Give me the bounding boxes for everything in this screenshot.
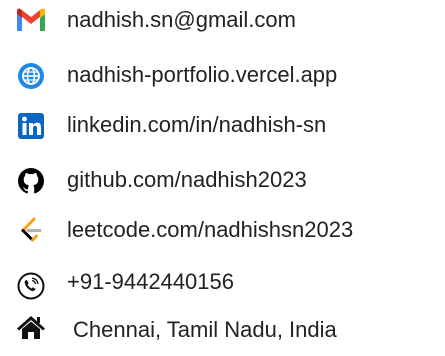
contact-location-text: Chennai, Tamil Nadu, India xyxy=(73,317,337,342)
contact-github-link[interactable]: github.com/nadhish2023 xyxy=(67,160,307,200)
contact-linkedin-link[interactable]: linkedin.com/in/nadhish-sn xyxy=(67,105,326,145)
contact-row-portfolio[interactable]: nadhish-portfolio.vercel.app xyxy=(0,55,445,95)
contact-phone-link[interactable]: +91-9442440156 xyxy=(67,262,234,302)
contact-row-linkedin[interactable]: linkedin.com/in/nadhish-sn xyxy=(0,105,445,145)
phone-icon xyxy=(14,271,48,301)
contact-row-location: Chennai, Tamil Nadu, India xyxy=(0,316,445,356)
gmail-icon xyxy=(14,6,48,36)
linkedin-icon xyxy=(14,111,48,141)
contact-email-link[interactable]: nadhish.sn@gmail.com xyxy=(67,0,296,40)
github-icon xyxy=(14,166,48,196)
contact-row-email[interactable]: nadhish.sn@gmail.com xyxy=(0,0,445,40)
home-icon xyxy=(14,312,48,342)
contact-list: nadhish.sn@gmail.com nadhish-portfolio.v… xyxy=(0,0,445,349)
contact-row-phone[interactable]: +91-9442440156 xyxy=(0,265,445,305)
leetcode-icon xyxy=(14,216,48,246)
globe-icon xyxy=(14,61,48,91)
contact-leetcode-link[interactable]: leetcode.com/nadhishsn2023 xyxy=(67,210,353,250)
contact-row-github[interactable]: github.com/nadhish2023 xyxy=(0,160,445,200)
contact-portfolio-link[interactable]: nadhish-portfolio.vercel.app xyxy=(67,55,337,95)
contact-row-leetcode[interactable]: leetcode.com/nadhishsn2023 xyxy=(0,210,445,250)
